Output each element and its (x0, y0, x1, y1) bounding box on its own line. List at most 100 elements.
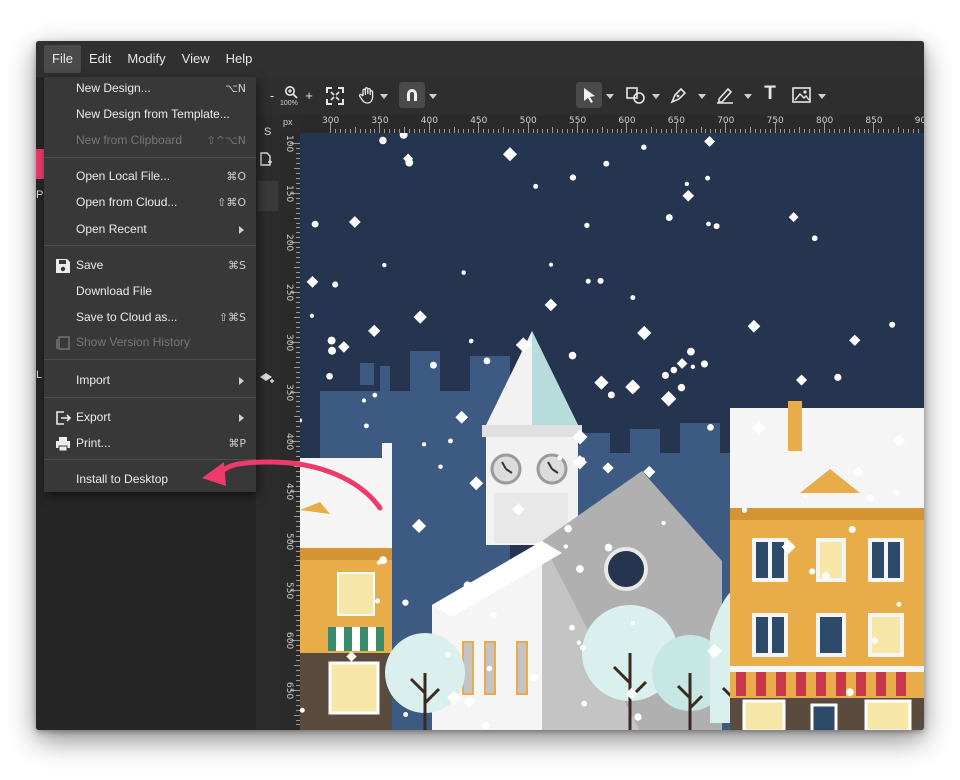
submenu-arrow-icon (239, 377, 244, 385)
menu-item-new-from-template[interactable]: New Design from Template... (44, 103, 256, 127)
snowflake (468, 338, 474, 344)
ruler-label: 650 (284, 681, 294, 699)
menu-view[interactable]: View (174, 45, 218, 73)
snowflake (375, 598, 381, 604)
history-icon (56, 336, 70, 350)
snowflake (630, 620, 636, 626)
panel-letter-l: L (36, 369, 43, 381)
snowflake (811, 235, 818, 242)
snowflake (438, 464, 443, 469)
ruler-unit: px (283, 117, 293, 127)
hand-icon[interactable] (358, 86, 376, 104)
ruler-label: 100 (284, 135, 294, 153)
strip-selected-block (258, 181, 278, 211)
select-tool-button[interactable] (576, 82, 602, 108)
snowflake (661, 520, 666, 526)
menu-item-label: New Design from Template... (76, 107, 230, 121)
ruler-label: 550 (284, 582, 294, 600)
snowflake (548, 262, 554, 267)
file-menu-dropdown: New Design... ⌥N New Design from Template… (44, 77, 256, 492)
ruler-label: 500 (519, 116, 537, 126)
snowflake (361, 398, 367, 403)
new-page-icon[interactable] (259, 152, 273, 166)
menu-item-shortcut: ⌘S (228, 259, 246, 272)
ruler-label: 700 (717, 116, 735, 126)
snowflake (483, 357, 491, 365)
menu-item-open-from-cloud[interactable]: Open from Cloud... ⇧⌘O (44, 191, 256, 215)
menu-item-label: Open from Cloud... (76, 195, 178, 209)
design-canvas[interactable] (300, 133, 924, 730)
snowflake (448, 438, 453, 444)
snowflake (568, 351, 577, 360)
snowflake (486, 665, 493, 672)
menu-item-print[interactable]: Print... ⌘P (44, 432, 256, 456)
snowflake (576, 640, 582, 645)
pencil-dropdown-caret[interactable] (744, 94, 752, 99)
fit-screen-icon[interactable] (326, 87, 344, 105)
hand-dropdown-caret[interactable] (380, 94, 388, 99)
snowflake (363, 423, 369, 429)
shapes-icon[interactable] (626, 87, 646, 105)
snowflake (403, 712, 409, 717)
snowflake (809, 568, 816, 575)
snowflake (871, 637, 878, 644)
snowflake (379, 136, 387, 145)
panel-letter-p: P (36, 189, 44, 201)
snowflake (687, 347, 695, 356)
menu-item-shortcut: ⌥N (225, 82, 246, 95)
zoom-icon[interactable] (284, 85, 298, 99)
menu-modify[interactable]: Modify (119, 45, 173, 73)
snowflake (670, 366, 678, 374)
ruler-left: 100 150 200 250 300 350 400 450 500 550 600 650 (280, 133, 301, 730)
menu-item-label: Open Local File... (76, 169, 171, 183)
zoom-out-button[interactable]: - (268, 86, 276, 106)
ruler-label: 350 (284, 383, 294, 401)
menu-item-save[interactable]: Save ⌘S (44, 254, 256, 278)
magnet-icon (407, 89, 417, 101)
shapes-dropdown-caret[interactable] (652, 94, 660, 99)
add-layer-icon[interactable] (259, 371, 275, 385)
menu-separator (44, 359, 256, 360)
snowflake (569, 624, 575, 631)
strip-letter-s: S (264, 126, 272, 138)
snowflake (893, 489, 899, 496)
menu-item-shortcut: ⌘O (226, 170, 246, 183)
ruler-label: 350 (371, 116, 389, 126)
snowflake (677, 383, 686, 392)
winter-village-illustration (300, 133, 924, 730)
menu-item-open-recent[interactable]: Open Recent (44, 218, 256, 242)
print-icon (56, 437, 70, 452)
magnet-button[interactable] (399, 82, 425, 108)
magnet-dropdown-caret[interactable] (429, 94, 437, 99)
image-icon[interactable] (792, 87, 812, 104)
menu-item-download-file[interactable]: Download File (44, 280, 256, 304)
ruler-label: 400 (284, 433, 294, 451)
pen-dropdown-caret[interactable] (698, 94, 706, 99)
ruler-label: 450 (284, 482, 294, 501)
menu-file[interactable]: File (44, 45, 81, 73)
snowflake (585, 278, 591, 284)
select-dropdown-caret[interactable] (606, 94, 614, 99)
menu-item-install-to-desktop[interactable]: Install to Desktop (44, 468, 256, 492)
menu-item-label: Download File (76, 284, 153, 298)
menu-item-open-local-file[interactable]: Open Local File... ⌘O (44, 165, 256, 189)
menu-item-import[interactable]: Import (44, 369, 256, 393)
zoom-in-button[interactable]: + (304, 86, 314, 106)
image-dropdown-caret[interactable] (818, 94, 826, 99)
submenu-arrow-icon (239, 226, 244, 234)
pen-icon[interactable] (670, 86, 688, 104)
menu-item-new-design[interactable]: New Design... ⌥N (44, 77, 256, 101)
menu-edit[interactable]: Edit (81, 45, 119, 73)
snowflake (630, 295, 636, 301)
menu-help[interactable]: Help (218, 45, 261, 73)
pencil-icon[interactable] (716, 86, 734, 104)
ruler-label: 150 (284, 184, 294, 202)
snowflake (461, 270, 466, 275)
menu-separator (44, 245, 256, 246)
menu-item-label: Save to Cloud as... (76, 310, 178, 324)
menu-item-export[interactable]: Export (44, 406, 256, 430)
snowflake (834, 373, 842, 381)
snowflake (422, 442, 427, 447)
menu-item-save-to-cloud[interactable]: Save to Cloud as... ⇧⌘S (44, 306, 256, 330)
text-tool-button[interactable]: T (762, 84, 778, 104)
